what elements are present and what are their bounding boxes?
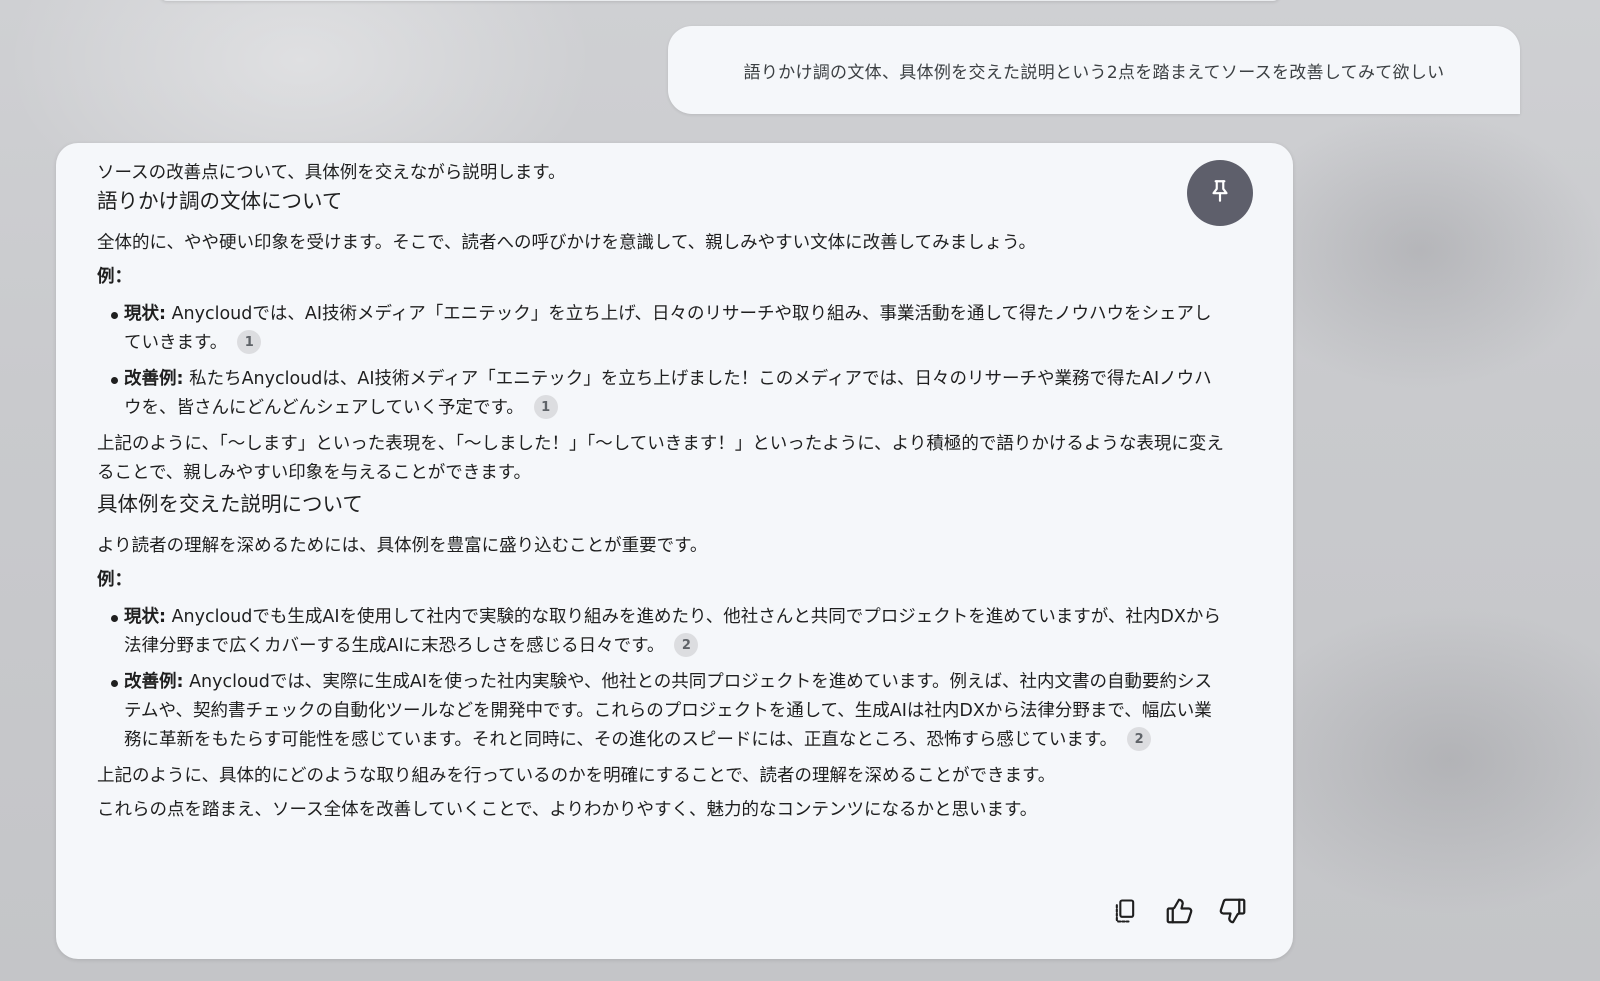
copy-button[interactable]: [1107, 895, 1143, 931]
response-card: ソースの改善点について、具体例を交えながら説明します。 語りかけ調の文体について…: [56, 143, 1293, 959]
item-label: 現状:: [124, 304, 166, 324]
item-label: 改善例:: [124, 672, 184, 692]
section-heading: 語りかけ調の文体について: [97, 189, 343, 213]
thumbs-up-button[interactable]: [1161, 895, 1197, 931]
section-lead: 全体的に、やや硬い印象を受けます。そこで、読者への呼びかけを意識して、親しみやす…: [97, 233, 1037, 253]
section-heading: 具体例を交えた説明について: [97, 492, 363, 516]
item-text: 私たちAnycloudは、AI技術メディア「エニテック」を立ち上げました！このメ…: [124, 369, 1212, 418]
citation-badge[interactable]: 1: [237, 330, 262, 354]
response-intro: ソースの改善点について、具体例を交えながら説明します。: [97, 163, 566, 183]
list-item: 現状: Anycloudでは、AI技術メディア「エニテック」を立ち上げ、日々のリ…: [97, 300, 1227, 358]
example-label: 例：: [97, 570, 132, 590]
response-closing: これらの点を踏まえ、ソース全体を改善していくことで、よりわかりやすく、魅力的なコ…: [97, 800, 1038, 820]
copy-icon: [1111, 897, 1139, 929]
thumbs-down-icon: [1218, 896, 1248, 930]
item-label: 現状:: [124, 607, 166, 627]
list-item: 改善例: Anycloudでは、実際に生成AIを使った社内実験や、他社との共同プ…: [97, 668, 1227, 755]
list-item: 改善例: 私たちAnycloudは、AI技術メディア「エニテック」を立ち上げまし…: [97, 365, 1227, 423]
item-text: Anycloudでは、AI技術メディア「エニテック」を立ち上げ、日々のリサーチや…: [124, 304, 1212, 353]
previous-card-edge: [160, 0, 1280, 1]
thumbs-up-icon: [1164, 896, 1194, 930]
item-label: 改善例:: [124, 369, 184, 389]
citation-badge[interactable]: 2: [1127, 727, 1152, 751]
section-conclusion: 上記のように、具体的にどのような取り組みを行っているのかを明確にすることで、読者…: [97, 766, 1056, 786]
section-conclusion: 上記のように、「～します」といった表現を、「～しました！」「～していきます！」と…: [97, 434, 1224, 483]
section-lead: より読者の理解を深めるためには、具体例を豊富に盛り込むことが重要です。: [97, 536, 708, 556]
user-message-text: 語りかけ調の文体、具体例を交えた説明という2点を踏まえてソースを改善してみて欲し…: [743, 62, 1445, 83]
user-message-bubble: 語りかけ調の文体、具体例を交えた説明という2点を踏まえてソースを改善してみて欲し…: [668, 26, 1520, 114]
item-text: Anycloudでも生成AIを使用して社内で実験的な取り組みを進めたり、他社さん…: [124, 607, 1221, 656]
citation-badge[interactable]: 1: [533, 395, 558, 419]
response-actions: [1107, 895, 1251, 931]
citation-badge[interactable]: 2: [674, 633, 699, 657]
example-list: 現状: Anycloudでも生成AIを使用して社内で実験的な取り組みを進めたり、…: [97, 603, 1227, 755]
thumbs-down-button[interactable]: [1215, 895, 1251, 931]
example-list: 現状: Anycloudでは、AI技術メディア「エニテック」を立ち上げ、日々のリ…: [97, 300, 1227, 423]
item-text: Anycloudでは、実際に生成AIを使った社内実験や、他社との共同プロジェクト…: [124, 672, 1213, 750]
example-label: 例：: [97, 267, 132, 287]
list-item: 現状: Anycloudでも生成AIを使用して社内で実験的な取り組みを進めたり、…: [97, 603, 1227, 661]
response-content: ソースの改善点について、具体例を交えながら説明します。 語りかけ調の文体について…: [97, 159, 1227, 830]
